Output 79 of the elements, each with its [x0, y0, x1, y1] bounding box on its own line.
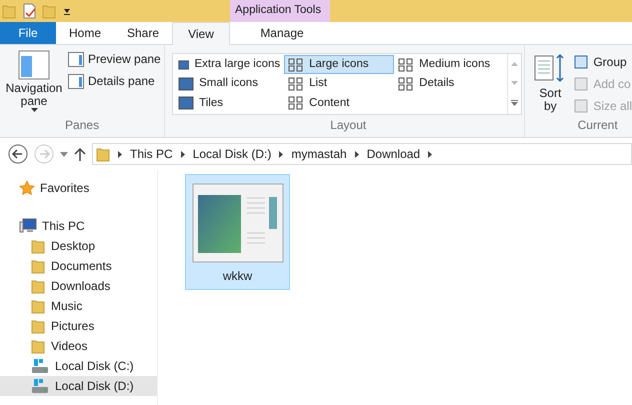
file-tab[interactable]: File — [0, 22, 56, 44]
ribbon-tab[interactable]: Home — [56, 22, 114, 44]
view-layout-icon — [398, 58, 414, 72]
properties-icon — [22, 3, 36, 19]
nav-item[interactable]: Documents — [0, 256, 157, 276]
view-layout-icon — [178, 96, 194, 110]
layout-option[interactable]: Large icons — [284, 55, 394, 74]
view-layout-icon — [288, 58, 304, 72]
dropdown-icon[interactable] — [62, 6, 72, 16]
folder-icon — [96, 146, 110, 162]
group-label: Panes — [64, 117, 100, 134]
folder-icon — [2, 3, 16, 19]
pane-button[interactable]: Details pane — [68, 72, 161, 90]
folder-icon — [31, 338, 45, 354]
nav-item[interactable]: Local Disk (D:) — [0, 376, 157, 396]
navigation-pane-icon — [18, 50, 50, 80]
computer-icon — [19, 218, 37, 234]
breadcrumb[interactable]: mymastah — [291, 145, 347, 163]
address-bar[interactable]: This PC Local Disk (D:) mymastah Download — [92, 143, 632, 165]
breadcrumb[interactable]: Download — [366, 145, 420, 163]
drive-icon — [31, 358, 49, 374]
chevron-icon[interactable] — [118, 150, 122, 158]
view-option-icon — [573, 76, 590, 92]
chevron-icon[interactable] — [428, 150, 432, 158]
chevron-icon[interactable] — [354, 150, 359, 158]
view-layout-icon — [288, 76, 304, 91]
breadcrumb[interactable]: Local Disk (D:) — [192, 145, 272, 163]
contextual-tab-header: Application Tools — [230, 0, 330, 22]
layout-option[interactable]: Extra large icons — [174, 55, 284, 74]
chevron-icon[interactable] — [180, 150, 185, 158]
pane-button[interactable]: Preview pane — [68, 50, 161, 68]
star-icon — [19, 180, 35, 196]
folder-icon — [31, 298, 45, 314]
pane-icon — [68, 74, 84, 88]
recent-locations-icon[interactable] — [60, 152, 68, 156]
ribbon-tab[interactable]: View — [172, 22, 230, 45]
folder-icon — [31, 238, 45, 254]
folder-icon — [31, 278, 45, 294]
view-option-icon — [573, 54, 590, 70]
drive-icon — [31, 378, 49, 394]
nav-item[interactable]: Favorites — [0, 178, 157, 198]
group-label: Current — [576, 117, 619, 134]
more-icon[interactable] — [511, 100, 518, 106]
sort-icon — [534, 53, 566, 83]
breadcrumb[interactable]: This PC — [130, 145, 173, 163]
back-icon[interactable] — [8, 144, 28, 164]
nav-item[interactable]: Pictures — [0, 316, 157, 336]
file-item[interactable]: wkkw — [185, 174, 290, 290]
view-layout-icon — [178, 58, 190, 72]
nav-item[interactable]: Local Disk (C:) — [0, 356, 157, 376]
view-option-icon — [573, 98, 590, 114]
layout-option[interactable]: Details — [394, 74, 506, 94]
layout-option[interactable]: Medium icons — [394, 55, 506, 74]
view-layout-icon — [178, 76, 194, 91]
chevron-icon[interactable] — [279, 150, 284, 158]
view-option[interactable]: Group — [573, 53, 632, 71]
folder-icon — [31, 318, 45, 334]
nav-item[interactable]: Downloads — [0, 276, 157, 296]
group-label: Layout — [329, 117, 368, 134]
view-layout-icon — [288, 96, 304, 110]
nav-item[interactable]: This PC — [0, 216, 157, 236]
nav-item[interactable]: Desktop — [0, 236, 157, 256]
nav-item[interactable]: Videos — [0, 336, 157, 356]
navigation-pane-button[interactable]: Navigation pane — [0, 50, 68, 116]
view-layout-icon — [398, 76, 414, 91]
layout-option[interactable]: Small icons — [174, 74, 284, 94]
caret-icon — [30, 108, 38, 113]
folder-icon — [42, 3, 56, 19]
layout-option[interactable]: Tiles — [174, 94, 284, 113]
nav-item[interactable]: Music — [0, 296, 157, 316]
ribbon-tab[interactable]: Manage — [232, 22, 332, 44]
up-icon[interactable] — [74, 147, 86, 161]
layout-option[interactable]: List — [284, 74, 394, 94]
application-thumbnail-icon — [192, 183, 284, 263]
sort-by-button[interactable]: Sort by — [533, 53, 568, 115]
layout-option[interactable]: Content — [284, 94, 394, 113]
pane-icon — [68, 52, 84, 66]
ribbon-tab[interactable]: Share — [114, 22, 172, 44]
folder-icon — [31, 258, 45, 274]
